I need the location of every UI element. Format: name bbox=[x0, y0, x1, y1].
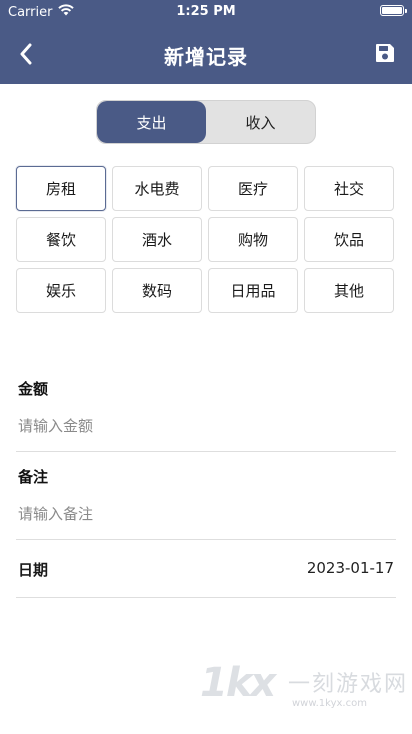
chevron-left-icon bbox=[20, 43, 32, 65]
date-label: 日期 bbox=[18, 561, 49, 579]
watermark: 1kx 一刻游戏网 www.1kyx.com bbox=[200, 660, 410, 720]
category-utilities[interactable]: 水电费 bbox=[112, 166, 202, 211]
watermark-text: 一刻游戏网 bbox=[288, 672, 409, 697]
note-label: 备注 bbox=[18, 468, 49, 486]
category-other[interactable]: 其他 bbox=[304, 268, 394, 313]
watermark-logo: 1kx bbox=[200, 660, 276, 706]
note-divider bbox=[16, 539, 396, 540]
category-daily-goods[interactable]: 日用品 bbox=[208, 268, 298, 313]
date-divider bbox=[16, 597, 396, 598]
watermark-url: www.1kyx.com bbox=[292, 698, 367, 709]
category-medical[interactable]: 医疗 bbox=[208, 166, 298, 211]
category-digital[interactable]: 数码 bbox=[112, 268, 202, 313]
note-input[interactable] bbox=[18, 500, 378, 528]
category-rent[interactable]: 房租 bbox=[16, 166, 106, 211]
category-alcohol[interactable]: 酒水 bbox=[112, 217, 202, 262]
status-time: 1:25 PM bbox=[176, 4, 236, 19]
segment-expense[interactable]: 支出 bbox=[97, 101, 206, 143]
category-grid: 房租 水电费 医疗 社交 餐饮 酒水 购物 饮品 娱乐 数码 日用品 其他 bbox=[16, 166, 396, 313]
type-segmented-control: 支出 收入 bbox=[96, 100, 316, 144]
segment-income[interactable]: 收入 bbox=[206, 101, 315, 143]
date-picker-value[interactable]: 2023-01-17 bbox=[307, 559, 394, 577]
amount-divider bbox=[16, 451, 396, 452]
amount-label: 金额 bbox=[18, 380, 49, 398]
battery-icon bbox=[380, 5, 407, 16]
back-button[interactable] bbox=[12, 38, 40, 70]
floppy-disk-icon bbox=[376, 44, 394, 62]
app-header: Carrier 1:25 PM 新增记录 bbox=[0, 0, 412, 84]
category-social[interactable]: 社交 bbox=[304, 166, 394, 211]
amount-input[interactable] bbox=[18, 412, 378, 440]
status-bar: Carrier 1:25 PM bbox=[0, 0, 412, 24]
page-title: 新增记录 bbox=[164, 45, 248, 69]
category-shopping[interactable]: 购物 bbox=[208, 217, 298, 262]
save-button[interactable] bbox=[372, 40, 398, 66]
category-drinks[interactable]: 饮品 bbox=[304, 217, 394, 262]
category-dining[interactable]: 餐饮 bbox=[16, 217, 106, 262]
category-entertainment[interactable]: 娱乐 bbox=[16, 268, 106, 313]
